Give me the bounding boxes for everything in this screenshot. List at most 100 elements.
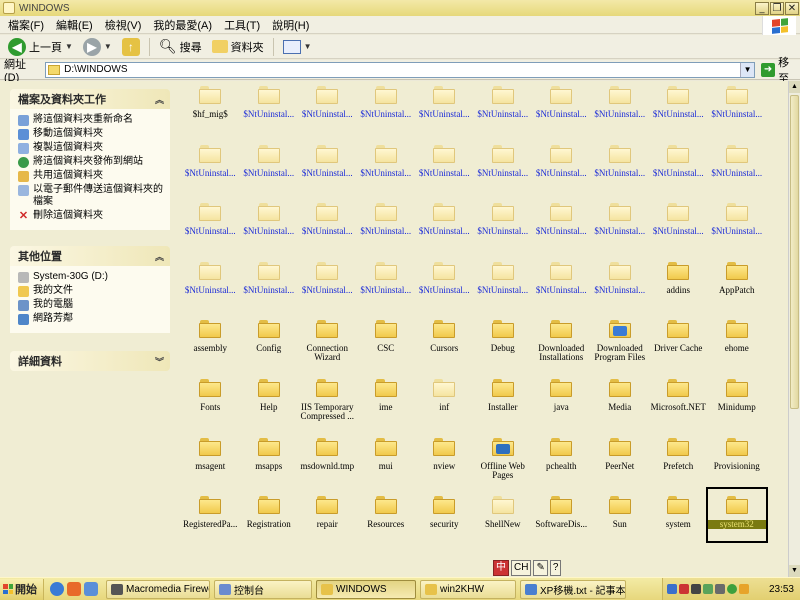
folder-item[interactable]: $NtUninstal...: [298, 141, 357, 200]
menu-file[interactable]: 檔案(F): [2, 17, 50, 33]
folder-item[interactable]: $NtUninstal...: [591, 199, 650, 258]
task-publish-folder[interactable]: 將這個資料夾發佈到網站: [18, 156, 166, 168]
folder-item[interactable]: $NtUninstal...: [240, 82, 299, 141]
folder-item[interactable]: Driver Cache: [649, 316, 708, 375]
clock[interactable]: 23:53: [769, 584, 794, 595]
address-value[interactable]: D:\WINDOWS: [64, 64, 740, 75]
place-drive-d[interactable]: System-30G (D:): [18, 271, 166, 283]
folder-item[interactable]: Config: [240, 316, 299, 375]
tray-messenger-icon[interactable]: [727, 584, 737, 594]
task-move-folder[interactable]: 移動這個資料夾: [18, 128, 166, 140]
ime-language-icon[interactable]: 中: [493, 560, 509, 576]
ime-language-label[interactable]: CH: [511, 560, 532, 576]
folder-item[interactable]: $NtUninstal...: [357, 141, 416, 200]
vertical-scrollbar[interactable]: ▲ ▼: [788, 81, 800, 577]
folder-item[interactable]: $NtUninstal...: [474, 199, 533, 258]
folder-item[interactable]: $NtUninstal...: [415, 82, 474, 141]
minimize-button[interactable]: _: [755, 1, 769, 15]
folder-item[interactable]: SoftwareDis...: [532, 492, 591, 551]
folder-item[interactable]: $NtUninstal...: [240, 199, 299, 258]
scroll-down-arrow-icon[interactable]: ▼: [789, 565, 800, 577]
menu-view[interactable]: 檢視(V): [99, 17, 148, 33]
ime-help-icon[interactable]: ?: [549, 560, 562, 576]
task-share-folder[interactable]: 共用這個資料夾: [18, 170, 166, 182]
folder-item[interactable]: Microsoft.NET: [649, 375, 708, 434]
folder-item[interactable]: Provisioning: [708, 434, 767, 493]
folder-item[interactable]: $NtUninstal...: [591, 82, 650, 141]
menu-favorites[interactable]: 我的最愛(A): [147, 17, 218, 33]
folder-item[interactable]: Minidump: [708, 375, 767, 434]
tray-security-icon[interactable]: [703, 584, 713, 594]
folder-item[interactable]: inf: [415, 375, 474, 434]
folder-item[interactable]: Help: [240, 375, 299, 434]
folder-item[interactable]: $NtUninstal...: [649, 82, 708, 141]
ie-icon[interactable]: [50, 582, 64, 596]
folder-item[interactable]: $NtUninstal...: [415, 258, 474, 317]
menu-tools[interactable]: 工具(T): [218, 17, 266, 33]
address-field[interactable]: D:\WINDOWS ▼: [45, 61, 756, 78]
folder-item[interactable]: $NtUninstal...: [708, 199, 767, 258]
folder-item[interactable]: msagent: [181, 434, 240, 493]
chevron-down-icon[interactable]: ▼: [65, 42, 73, 51]
collapse-chevron-icon[interactable]: ︽: [155, 93, 164, 106]
folder-item[interactable]: $NtUninstal...: [240, 258, 299, 317]
folder-item[interactable]: Fonts: [181, 375, 240, 434]
taskbar-button[interactable]: XP移機.txt - 記事本: [520, 579, 626, 599]
folder-item[interactable]: ShellNew: [474, 492, 533, 551]
folder-item[interactable]: security: [415, 492, 474, 551]
folder-item[interactable]: $NtUninstal...: [474, 141, 533, 200]
folder-item[interactable]: $NtUninstal...: [181, 199, 240, 258]
folder-item[interactable]: pchealth: [532, 434, 591, 493]
scroll-up-arrow-icon[interactable]: ▲: [789, 81, 800, 93]
folder-item[interactable]: $NtUninstal...: [415, 199, 474, 258]
folder-item[interactable]: Cursors: [415, 316, 474, 375]
taskbar-button[interactable]: 控制台: [214, 579, 312, 599]
folder-item[interactable]: $NtUninstal...: [708, 82, 767, 141]
folder-item[interactable]: AppPatch: [708, 258, 767, 317]
menu-help[interactable]: 說明(H): [266, 17, 315, 33]
folder-item[interactable]: Registration: [240, 492, 299, 551]
folder-item[interactable]: repair: [298, 492, 357, 551]
taskbar-button[interactable]: Macromedia Firewo...: [106, 579, 210, 599]
folder-item[interactable]: Installer: [474, 375, 533, 434]
folder-item[interactable]: $NtUninstal...: [181, 141, 240, 200]
folder-item[interactable]: $NtUninstal...: [649, 141, 708, 200]
folder-item[interactable]: $NtUninstal...: [357, 199, 416, 258]
views-button[interactable]: ▼: [279, 36, 316, 58]
folder-item[interactable]: $NtUninstal...: [298, 199, 357, 258]
maximize-button[interactable]: ❐: [770, 1, 784, 15]
folder-item[interactable]: $NtUninstal...: [298, 82, 357, 141]
title-bar[interactable]: WINDOWS _ ❐ ✕: [0, 0, 800, 16]
folder-item[interactable]: $NtUninstal...: [532, 82, 591, 141]
task-rename-folder[interactable]: 將這個資料夾重新命名: [18, 114, 166, 126]
folder-item[interactable]: CSC: [357, 316, 416, 375]
expand-chevron-icon[interactable]: ︾: [155, 355, 164, 368]
folder-item[interactable]: system: [649, 492, 708, 551]
place-my-documents[interactable]: 我的文件: [18, 285, 166, 297]
folder-item[interactable]: PeerNet: [591, 434, 650, 493]
panel-header[interactable]: 其他位置 ︽: [10, 246, 170, 266]
folder-item[interactable]: java: [532, 375, 591, 434]
task-copy-folder[interactable]: 複製這個資料夾: [18, 142, 166, 154]
folder-item[interactable]: Offline Web Pages: [474, 434, 533, 493]
folder-item[interactable]: msdownld.tmp: [298, 434, 357, 493]
place-network[interactable]: 網路芳鄰: [18, 313, 166, 325]
folder-item[interactable]: $hf_mig$: [181, 82, 240, 141]
folder-item[interactable]: ime: [357, 375, 416, 434]
folder-item[interactable]: addins: [649, 258, 708, 317]
folder-item[interactable]: $NtUninstal...: [474, 258, 533, 317]
outlook-icon[interactable]: [84, 582, 98, 596]
up-folder-button[interactable]: ↑: [118, 36, 144, 58]
chevron-down-icon[interactable]: ▼: [104, 42, 112, 51]
folder-item[interactable]: $NtUninstal...: [474, 82, 533, 141]
menu-edit[interactable]: 編輯(E): [50, 17, 99, 33]
folder-item[interactable]: $NtUninstal...: [532, 141, 591, 200]
folder-item[interactable]: Connection Wizard: [298, 316, 357, 375]
folder-item[interactable]: $NtUninstal...: [532, 199, 591, 258]
folders-button[interactable]: 資料夾: [208, 36, 268, 58]
folder-item[interactable]: $NtUninstal...: [532, 258, 591, 317]
panel-header[interactable]: 檔案及資料夾工作 ︽: [10, 89, 170, 109]
folder-item[interactable]: $NtUninstal...: [415, 141, 474, 200]
taskbar-button[interactable]: win2KHW: [420, 579, 516, 599]
folder-item[interactable]: Prefetch: [649, 434, 708, 493]
